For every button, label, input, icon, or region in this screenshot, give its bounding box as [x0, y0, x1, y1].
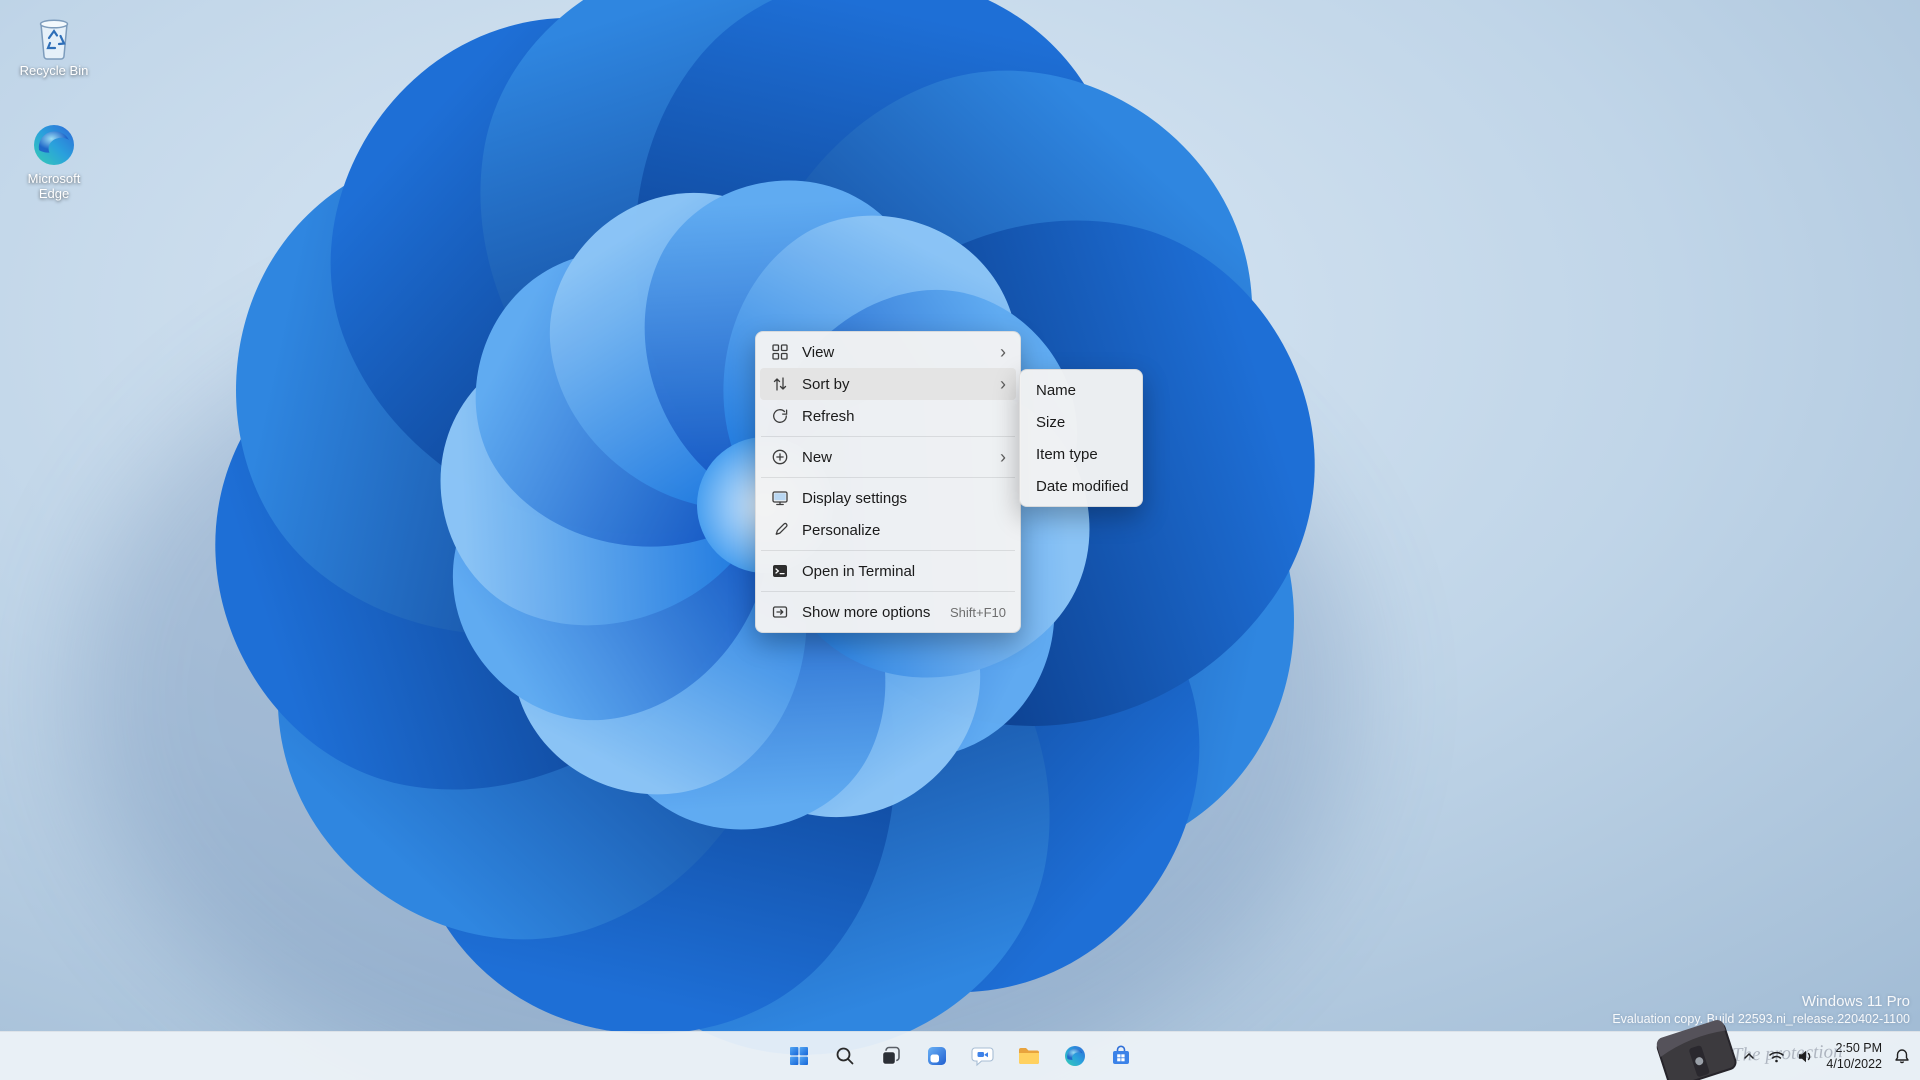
watermark-build: Evaluation copy. Build 22593.ni_release.…	[1612, 1012, 1910, 1026]
menu-item-label: Show more options	[802, 603, 931, 621]
notifications-button[interactable]	[1894, 1048, 1910, 1064]
menu-item-label: View	[802, 343, 835, 361]
menu-item-label: Name	[1036, 381, 1077, 399]
menu-item-view[interactable]: View ›	[760, 336, 1016, 368]
submenu-item-date-modified[interactable]: Date modified	[1024, 470, 1138, 502]
search-icon	[836, 1047, 854, 1065]
file-explorer-button[interactable]	[1009, 1036, 1049, 1076]
menu-item-shortcut: Shift+F10	[949, 604, 1006, 620]
watermark-edition: Windows 11 Pro	[1801, 993, 1910, 1010]
widgets-button[interactable]	[917, 1036, 957, 1076]
grid-view-icon	[770, 343, 790, 361]
evaluation-watermark: Windows 11 Pro Evaluation copy. Build 22…	[1612, 993, 1910, 1026]
sort-arrows-icon	[770, 375, 790, 393]
task-view-button[interactable]	[871, 1036, 911, 1076]
menu-item-open-in-terminal[interactable]: Open in Terminal	[760, 555, 1016, 587]
menu-separator	[761, 436, 1015, 437]
recycle-bin-icon	[8, 12, 100, 62]
faint-overlay-text: The protection	[1731, 1041, 1843, 1066]
expand-icon	[770, 603, 790, 621]
microsoft-store-icon	[1113, 1045, 1129, 1064]
menu-item-label: Display settings	[802, 489, 908, 507]
edge-logo-icon	[8, 120, 100, 170]
menu-separator	[761, 591, 1015, 592]
submenu-item-size[interactable]: Size	[1024, 406, 1138, 438]
refresh-icon	[770, 407, 790, 425]
menu-separator	[761, 550, 1015, 551]
desktop-icon-label: Microsoft Edge	[27, 171, 81, 201]
menu-item-label: New	[802, 448, 833, 466]
paintbrush-icon	[770, 521, 790, 539]
edge-icon	[1065, 1046, 1085, 1066]
microsoft-store-button[interactable]	[1101, 1036, 1141, 1076]
menu-separator	[761, 477, 1015, 478]
sort-by-submenu: Name Size Item type Date modified	[1019, 369, 1143, 507]
menu-item-label: Item type	[1036, 445, 1098, 463]
search-button[interactable]	[825, 1036, 865, 1076]
taskbar: 2:50 PM 4/10/2022	[0, 1031, 1920, 1080]
chevron-right-icon: ›	[1000, 374, 1006, 394]
desktop-icon-label: Recycle Bin	[19, 63, 89, 78]
chevron-right-icon: ›	[1000, 342, 1006, 362]
chat-icon	[971, 1047, 994, 1067]
desktop-context-menu: View › Sort by › Refresh New › Display s…	[755, 331, 1021, 633]
terminal-icon	[770, 562, 790, 580]
windows-desktop-screen: Recycle Bin Microsoft Edge View › Sort b…	[0, 0, 1920, 1080]
menu-item-show-more-options[interactable]: Show more options Shift+F10	[760, 596, 1016, 628]
menu-item-label: Open in Terminal	[802, 562, 916, 580]
chat-button[interactable]	[963, 1036, 1003, 1076]
taskbar-center-icons	[779, 1036, 1141, 1076]
bell-icon	[1895, 1049, 1909, 1064]
recycle-bin-desktop-icon[interactable]: Recycle Bin	[8, 12, 100, 79]
menu-item-label: Personalize	[802, 521, 881, 539]
task-view-icon	[881, 1046, 900, 1066]
submenu-item-name[interactable]: Name	[1024, 374, 1138, 406]
windows-logo-icon	[790, 1047, 808, 1065]
menu-item-sort-by[interactable]: Sort by ›	[760, 368, 1016, 400]
file-explorer-icon	[1019, 1048, 1039, 1064]
menu-item-personalize[interactable]: Personalize	[760, 514, 1016, 546]
chevron-right-icon: ›	[1000, 447, 1006, 467]
widgets-icon	[928, 1047, 946, 1065]
menu-item-label: Sort by	[802, 375, 850, 393]
menu-item-refresh[interactable]: Refresh	[760, 400, 1016, 432]
menu-item-new[interactable]: New ›	[760, 441, 1016, 473]
menu-item-label: Size	[1036, 413, 1066, 431]
edge-browser-button[interactable]	[1055, 1036, 1095, 1076]
menu-item-label: Date modified	[1036, 477, 1129, 495]
microsoft-edge-desktop-icon[interactable]: Microsoft Edge	[8, 120, 100, 202]
monitor-icon	[770, 489, 790, 507]
start-button[interactable]	[779, 1036, 819, 1076]
plus-circle-icon	[770, 448, 790, 466]
menu-item-display-settings[interactable]: Display settings	[760, 482, 1016, 514]
menu-item-label: Refresh	[802, 407, 855, 425]
submenu-item-item-type[interactable]: Item type	[1024, 438, 1138, 470]
